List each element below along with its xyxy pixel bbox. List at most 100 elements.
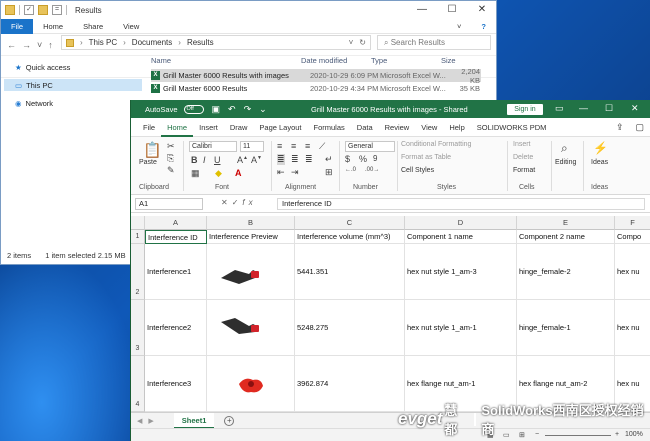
address-bar[interactable]: › This PC › Documents › Results ˅ ↻ [61, 35, 371, 50]
forward-icon[interactable]: → [22, 40, 31, 50]
clipboard-icon[interactable]: 📋 [143, 141, 162, 159]
increase-decimal-icon[interactable]: ←.0 [345, 167, 356, 173]
preview-cell[interactable] [207, 300, 295, 356]
help-icon[interactable]: ? [471, 19, 496, 34]
nav-quick-access[interactable]: ★ Quick access [15, 63, 70, 72]
nav-this-pc[interactable]: ▭ This PC [15, 81, 53, 90]
tab-review[interactable]: Review [379, 118, 416, 137]
table-cell[interactable]: 5248.275 [295, 300, 405, 356]
lightbulb-icon[interactable]: ⚡ [593, 141, 608, 155]
accounting-format-icon[interactable]: $ [345, 154, 350, 164]
add-sheet-icon[interactable]: + [224, 415, 235, 426]
row-header[interactable]: 1 [131, 230, 145, 244]
header-cell[interactable]: Compo [615, 230, 650, 244]
tab-file[interactable]: File [137, 118, 161, 137]
decrease-indent-icon[interactable]: ⇤ [277, 167, 285, 178]
percent-icon[interactable]: % [359, 154, 367, 164]
minimize-button[interactable]: — [407, 1, 437, 19]
align-center-icon[interactable]: ≣ [291, 154, 299, 165]
col-type[interactable]: Type [371, 56, 441, 65]
col-date[interactable]: Date modified [301, 56, 371, 65]
table-cell[interactable]: hinge_female-1 [517, 300, 615, 356]
tab-view[interactable]: View [415, 118, 443, 137]
delete-cells-button[interactable]: Delete [513, 154, 533, 161]
header-cell[interactable]: Component 2 name [517, 230, 615, 244]
expand-ribbon-icon[interactable]: ˅ [447, 19, 471, 34]
table-cell[interactable]: 5441.351 [295, 244, 405, 300]
breadcrumb-documents[interactable]: Documents [132, 38, 172, 47]
align-middle-icon[interactable]: ≡ [291, 141, 296, 151]
minimize-button[interactable]: — [579, 103, 588, 113]
conditional-formatting-button[interactable]: Conditional Formatting [401, 141, 471, 148]
comma-style-icon[interactable]: 9 [373, 154, 377, 163]
col-name[interactable]: Name [151, 56, 301, 65]
close-button[interactable]: ✕ [467, 1, 497, 19]
formula-bar[interactable]: Interference ID [277, 198, 645, 210]
font-name-select[interactable]: Calibri [189, 141, 237, 152]
table-cell[interactable]: 3962.874 [295, 356, 405, 412]
col-size[interactable]: Size [441, 56, 481, 65]
sign-in-button[interactable]: Sign in [507, 104, 543, 115]
recent-icon[interactable]: ˅ [37, 40, 42, 50]
row-header[interactable]: 2 [131, 244, 145, 300]
table-cell[interactable]: hex nut style 1_am-1 [405, 300, 517, 356]
format-cells-button[interactable]: Format [513, 167, 535, 174]
format-as-table-button[interactable]: Format as Table [401, 154, 451, 161]
undo-icon[interactable]: ↶ [228, 104, 236, 115]
copy-icon[interactable]: ⎘ [167, 153, 174, 164]
tab-solidworks-pdm[interactable]: SOLIDWORKS PDM [471, 118, 553, 137]
column-header[interactable]: C [295, 216, 405, 230]
ideas-button[interactable]: Ideas [591, 159, 608, 166]
properties-icon[interactable]: ✓ [24, 5, 34, 15]
align-top-icon[interactable]: ≡ [277, 141, 282, 151]
search-icon[interactable]: ⌕ [561, 141, 568, 156]
header-cell[interactable]: Interference volume (mm^3) [295, 230, 405, 244]
breadcrumb-results[interactable]: Results [187, 38, 214, 47]
new-folder-icon[interactable] [38, 5, 48, 15]
number-format-select[interactable]: General [345, 141, 395, 152]
row-header[interactable]: 4 [131, 356, 145, 412]
next-sheet-icon[interactable]: ▶ [148, 417, 153, 425]
autosave-toggle[interactable]: Off [183, 104, 204, 114]
fill-color-icon[interactable]: ◆ [215, 168, 222, 179]
font-size-select[interactable]: 11 [240, 141, 264, 152]
column-header[interactable]: D [405, 216, 517, 230]
tab-formulas[interactable]: Formulas [308, 118, 351, 137]
underline-icon[interactable]: U [214, 155, 221, 165]
column-header[interactable]: A [145, 216, 207, 230]
close-button[interactable]: ✕ [631, 103, 639, 114]
redo-icon[interactable]: ↷ [244, 104, 252, 115]
editing-button[interactable]: Editing [555, 159, 576, 166]
bold-icon[interactable]: B [191, 155, 198, 165]
column-header[interactable]: F [615, 216, 650, 230]
italic-icon[interactable]: I [203, 155, 206, 165]
tab-file[interactable]: File [1, 18, 34, 34]
preview-cell[interactable] [207, 356, 295, 412]
format-painter-icon[interactable]: ✎ [167, 165, 175, 176]
align-bottom-icon[interactable]: ≡ [305, 141, 310, 151]
formula-icons[interactable]: ✕✓fx [221, 198, 257, 207]
table-cell[interactable]: hinge_female-2 [517, 244, 615, 300]
orientation-icon[interactable]: ⟋ [319, 141, 325, 152]
insert-cells-button[interactable]: Insert [513, 141, 531, 148]
column-header[interactable]: B [207, 216, 295, 230]
decrease-font-icon[interactable]: A▼ [251, 155, 262, 165]
column-header[interactable]: E [517, 216, 615, 230]
table-cell[interactable]: Interference1 [145, 244, 207, 300]
preview-cell[interactable] [207, 244, 295, 300]
decrease-decimal-icon[interactable]: .00→ [365, 167, 379, 173]
table-cell[interactable]: Interference3 [145, 356, 207, 412]
up-icon[interactable]: ↑ [48, 40, 53, 50]
spreadsheet-grid[interactable]: A B C D E F 1 Interference ID Interferen… [131, 216, 650, 412]
table-cell[interactable]: hex nut style 1_am-3 [405, 244, 517, 300]
header-cell[interactable]: Component 1 name [405, 230, 517, 244]
header-cell[interactable]: Interference ID [145, 230, 207, 244]
select-all-corner[interactable] [131, 216, 145, 230]
paste-button[interactable]: Paste [139, 159, 157, 166]
file-row[interactable]: X Grill Master 6000 Results with images … [151, 67, 481, 85]
merge-center-icon[interactable]: ⊞ [325, 167, 333, 178]
breadcrumb-this-pc[interactable]: This PC [89, 38, 117, 47]
wrap-text-icon[interactable]: ↵ [325, 154, 333, 165]
search-input[interactable]: ⌕ Search Results [377, 35, 491, 50]
file-row[interactable]: X Grill Master 6000 Results 2020-10-29 4… [151, 82, 481, 95]
